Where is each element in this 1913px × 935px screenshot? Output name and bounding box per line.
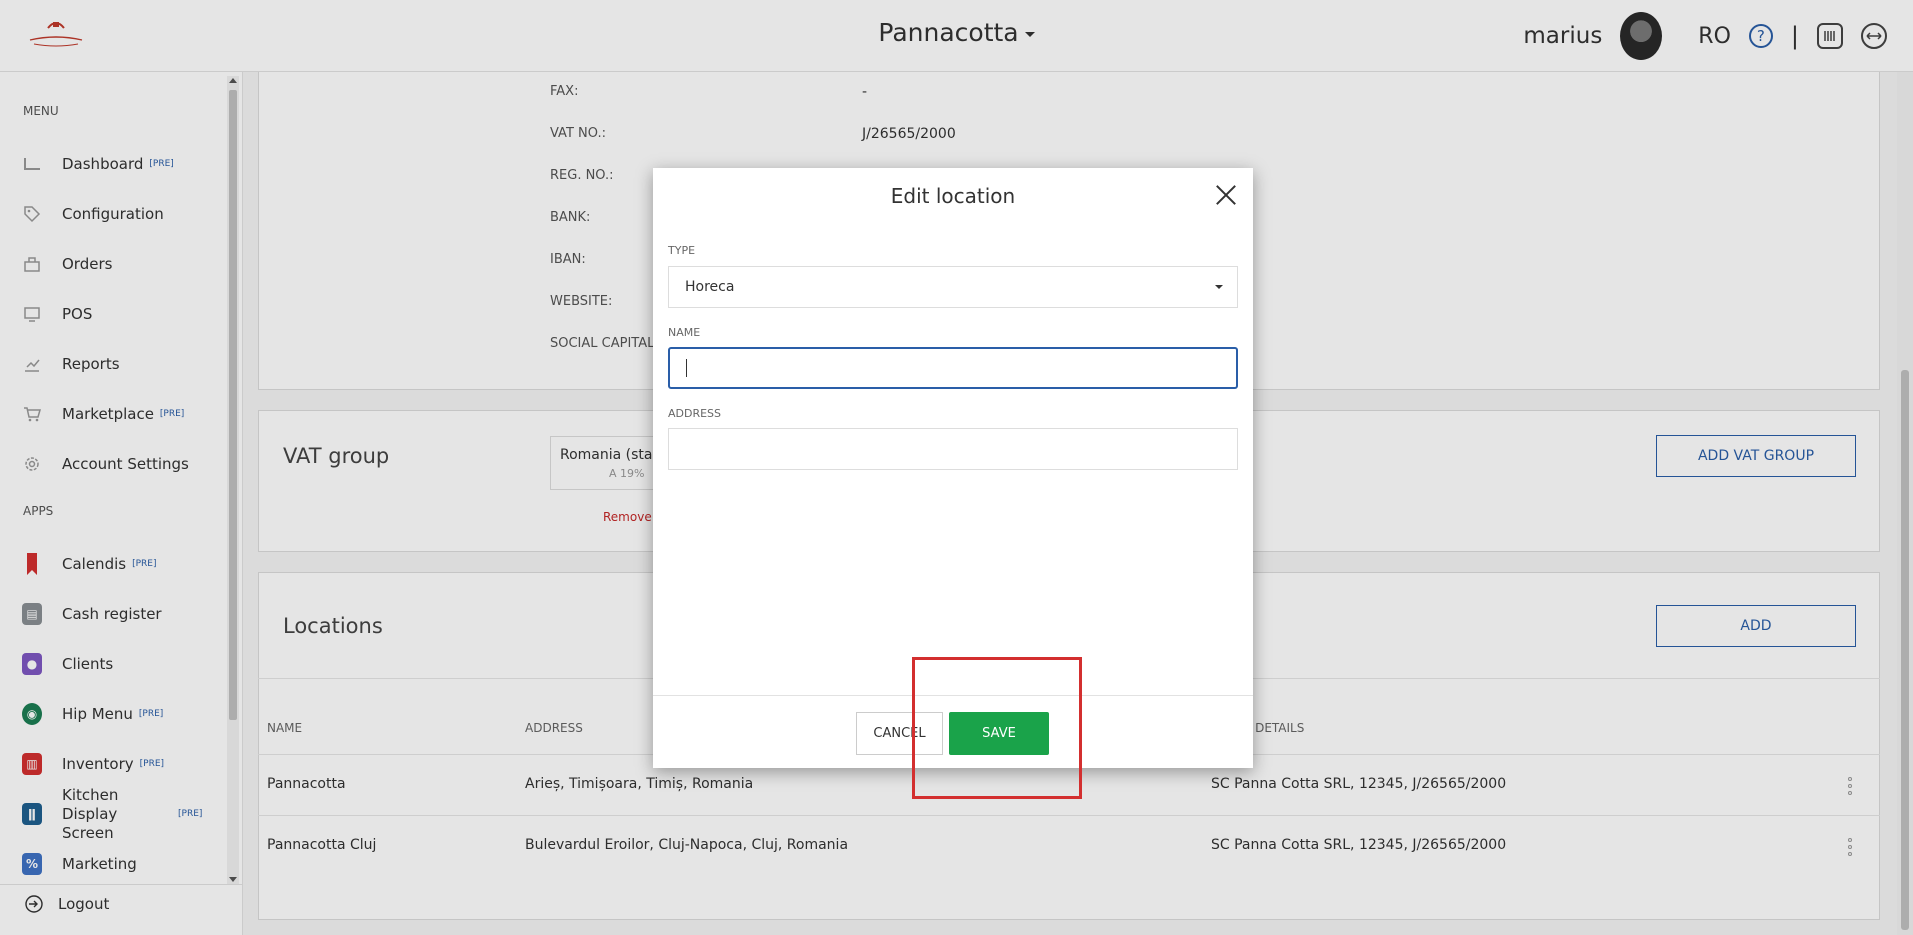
address-input[interactable]	[668, 428, 1238, 470]
dialog-title: Edit location	[890, 184, 1016, 208]
name-label: NAME	[668, 326, 701, 339]
caret-down-icon	[1215, 285, 1223, 289]
type-label: TYPE	[668, 244, 696, 257]
highlight-box	[912, 657, 1082, 799]
type-select[interactable]: Horeca	[668, 266, 1238, 308]
text-cursor	[686, 359, 687, 377]
address-label: ADDRESS	[668, 407, 722, 420]
name-input[interactable]	[668, 347, 1238, 389]
type-value: Horeca	[685, 279, 735, 295]
close-icon[interactable]	[1215, 184, 1237, 206]
